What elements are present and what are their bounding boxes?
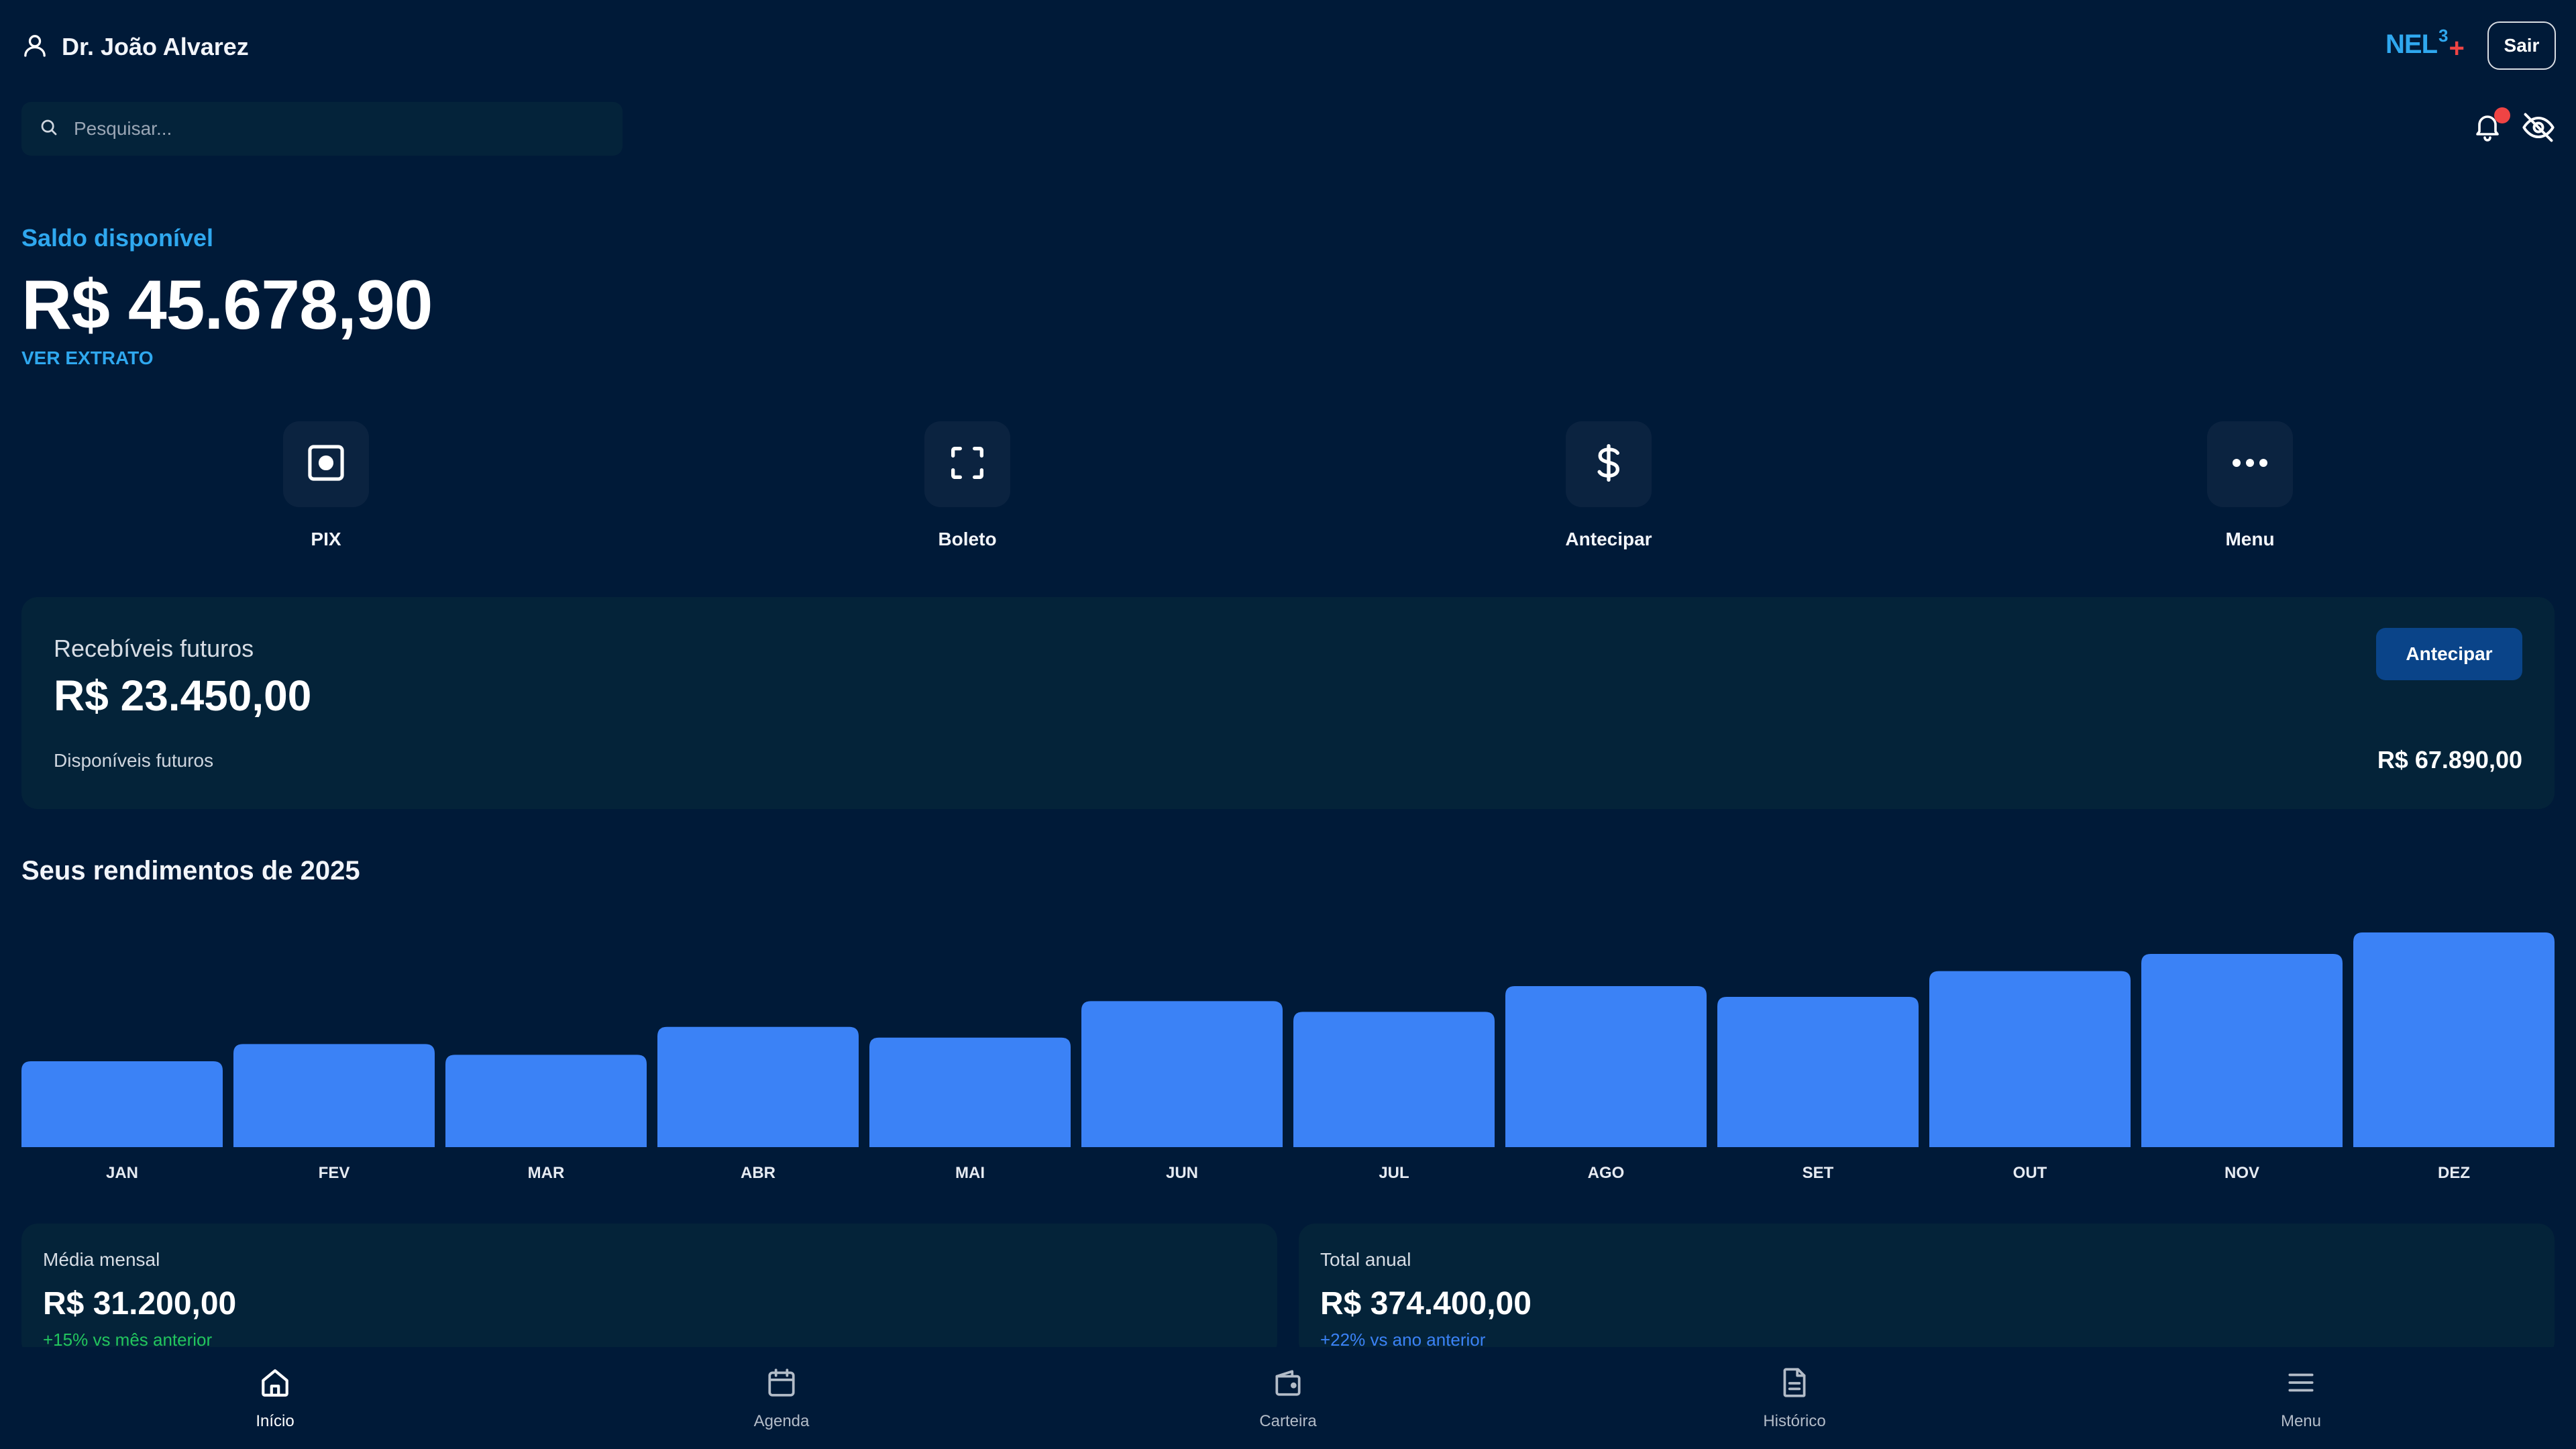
nav-item-inicio[interactable]: Início: [174, 1366, 376, 1431]
receivables-subtitle: Disponíveis futuros: [54, 750, 214, 771]
balance-label: Saldo disponível: [21, 224, 214, 252]
chart-title: Seus rendimentos de 2025: [21, 856, 360, 885]
nav-label-carteira: Carteira: [1259, 1412, 1317, 1430]
chart-bar-jun[interactable]: [1081, 1001, 1283, 1147]
monthly-average-title: Média mensal: [43, 1249, 160, 1270]
menu-quick-label: Menu: [2225, 529, 2275, 549]
search-bar[interactable]: [21, 102, 623, 156]
chart-bar-ago[interactable]: [1505, 986, 1707, 1147]
chart-bar-jul[interactable]: [1293, 1012, 1495, 1147]
user-name: Dr. João Alvarez: [62, 33, 249, 60]
nav-item-agenda[interactable]: Agenda: [681, 1366, 882, 1431]
chart-bar-dez[interactable]: [2353, 932, 2555, 1147]
nav-label-menu: Menu: [2280, 1412, 2322, 1430]
nav-label-inicio: Início: [256, 1412, 294, 1430]
wallet-icon: [1271, 1366, 1305, 1403]
nav-item-carteira[interactable]: Carteira: [1187, 1366, 1389, 1431]
chart-bar-abr[interactable]: [657, 1026, 859, 1147]
quick-action-menu[interactable]: Menu: [2203, 421, 2297, 550]
boleto-button[interactable]: [924, 421, 1010, 507]
more-icon: [2230, 456, 2270, 473]
document-icon: [1778, 1366, 1811, 1403]
chart-tick-label-ago: AGO: [1588, 1164, 1625, 1182]
antecipar-quick-button[interactable]: [1566, 421, 1652, 507]
chart-tick-label-out: OUT: [2013, 1164, 2047, 1182]
balance-value: R$ 45.678,90: [21, 266, 433, 344]
chart-bar-out[interactable]: [1929, 971, 2131, 1147]
chart-bar-set[interactable]: [1717, 997, 1919, 1147]
nav-label-historico: Histórico: [1763, 1412, 1826, 1430]
pix-button[interactable]: [283, 421, 369, 507]
receivables-value: R$ 23.450,00: [54, 672, 312, 720]
chart-bar-jan[interactable]: [21, 1061, 223, 1147]
chart-bar-mai[interactable]: [869, 1037, 1071, 1147]
calendar-icon: [765, 1366, 798, 1403]
quick-action-boleto[interactable]: Boleto: [920, 421, 1014, 550]
chart-tick-label-jan: JAN: [106, 1164, 138, 1182]
chart-tick-label-jun: JUN: [1166, 1164, 1198, 1182]
chart-bar-fev[interactable]: [233, 1044, 435, 1147]
nav-item-historico[interactable]: Histórico: [1694, 1366, 1895, 1431]
boleto-label: Boleto: [938, 529, 997, 549]
chart-tick-label-mai: MAI: [955, 1164, 985, 1182]
earnings-bar-chart: JAN FEV MAR ABR MAI JUN JUL AGO SET OUT NOV DEZ: [21, 932, 2555, 1182]
brand-logo-plus: +: [2449, 34, 2464, 63]
future-available-amount: R$ 67.890,00: [2377, 746, 2522, 773]
chart-tick-label-fev: FEV: [319, 1164, 350, 1182]
receivables-card: [21, 597, 2555, 809]
nav-item-menu[interactable]: Menu: [2200, 1366, 2402, 1431]
home-icon: [258, 1366, 292, 1403]
chart-bar-mar[interactable]: [445, 1055, 647, 1147]
user-profile[interactable]: Dr. João Alvarez: [21, 30, 249, 64]
logout-button[interactable]: Sair: [2487, 21, 2556, 70]
receivables-title: Recebíveis futuros: [54, 635, 254, 662]
annual-total-value: R$ 374.400,00: [1320, 1286, 1532, 1322]
nav-label-agenda: Agenda: [753, 1412, 810, 1430]
notification-badge: [2494, 107, 2510, 123]
monthly-average-value: R$ 31.200,00: [43, 1286, 237, 1322]
menu-quick-button[interactable]: [2207, 421, 2293, 507]
chart-tick-label-dez: DEZ: [2438, 1164, 2470, 1182]
pix-label: PIX: [311, 529, 341, 549]
chart-bar-nov[interactable]: [2141, 954, 2343, 1147]
antecipar-label: Antecipar: [1565, 529, 1652, 549]
quick-action-pix[interactable]: PIX: [279, 421, 373, 550]
scan-icon: [946, 441, 989, 488]
view-statement-link[interactable]: VER EXTRATO: [21, 347, 154, 369]
antecipar-button[interactable]: Antecipar: [2376, 628, 2522, 680]
hamburger-icon: [2284, 1366, 2318, 1403]
brand-logo: NEL 3 +: [2385, 25, 2465, 64]
brand-logo-text: NEL: [2385, 30, 2438, 59]
brand-logo-superscript: 3: [2438, 25, 2449, 46]
eye-off-icon[interactable]: [2521, 110, 2559, 148]
quick-action-antecipar[interactable]: Antecipar: [1562, 421, 1656, 550]
search-icon: [39, 117, 59, 141]
dollar-icon: [1587, 440, 1630, 489]
chart-tick-label-set: SET: [1803, 1164, 1834, 1182]
chart-tick-label-nov: NOV: [2224, 1164, 2259, 1182]
search-input[interactable]: [74, 118, 597, 140]
chart-tick-label-mar: MAR: [528, 1164, 565, 1182]
annual-total-title: Total anual: [1320, 1249, 1411, 1270]
chart-tick-label-abr: ABR: [741, 1164, 775, 1182]
pix-icon: [303, 440, 349, 489]
user-icon: [21, 31, 48, 64]
chart-tick-label-jul: JUL: [1379, 1164, 1409, 1182]
